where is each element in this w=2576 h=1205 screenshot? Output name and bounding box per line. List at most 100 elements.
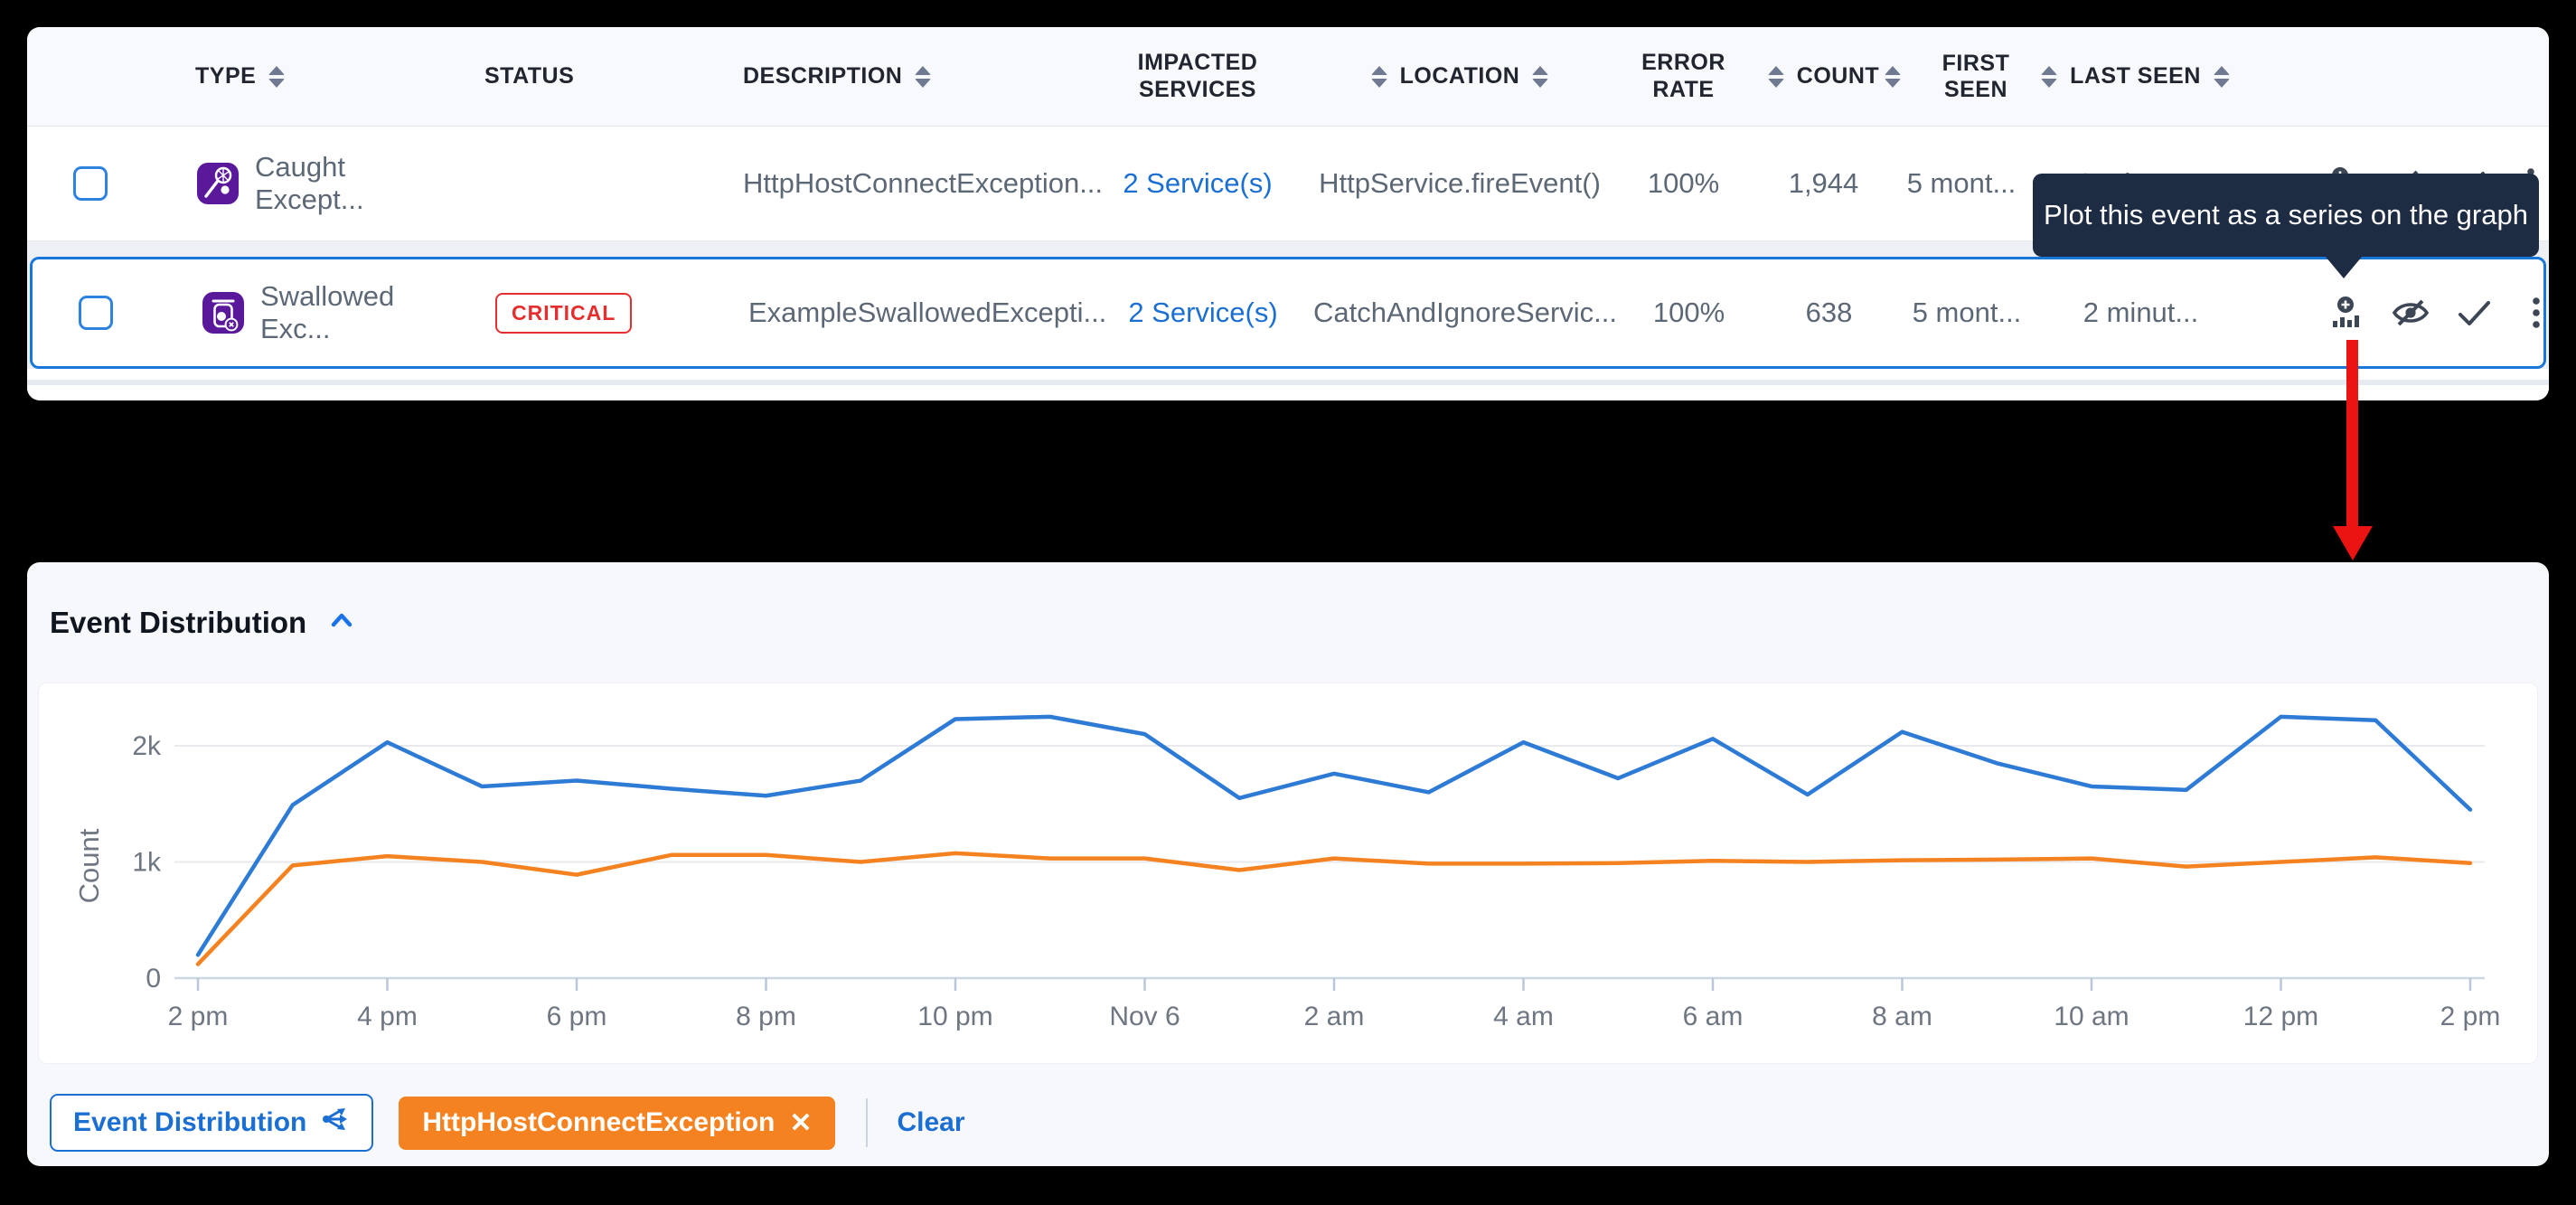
column-header-status-label: STATUS	[484, 63, 574, 89]
svg-text:8 pm: 8 pm	[736, 1002, 796, 1031]
branch-series-icon	[321, 1105, 350, 1141]
error-rate-cell: 100%	[1604, 167, 1763, 200]
column-header-status[interactable]: STATUS	[452, 63, 696, 89]
column-header-type-label: TYPE	[195, 63, 256, 89]
row-checkbox-cell	[33, 296, 159, 330]
impacted-services-cell: 2 Service(s)	[1080, 167, 1315, 200]
location-cell: HttpService.fireEvent()	[1315, 167, 1604, 200]
first-seen-cell: 5 mont...	[1890, 297, 2044, 329]
tooltip-text: Plot this event as a series on the graph	[2044, 199, 2528, 231]
column-header-type[interactable]: TYPE	[154, 63, 452, 89]
column-header-count-label: COUNT	[1797, 63, 1879, 89]
collapse-chevron-icon[interactable]	[328, 609, 355, 635]
swallowed-exception-icon	[202, 292, 244, 334]
sort-icon[interactable]	[1371, 66, 1387, 88]
plot-event-tooltip: Plot this event as a series on the graph	[2033, 174, 2539, 257]
plot-series-icon[interactable]	[2328, 293, 2365, 333]
column-header-impacted-services[interactable]: IMPACTED SERVICES	[1080, 50, 1315, 103]
series-chip-label: HttpHostConnectException	[422, 1107, 775, 1138]
svg-text:12 pm: 12 pm	[2243, 1002, 2318, 1031]
series-chip-httphostconnectexception[interactable]: HttpHostConnectException ✕	[399, 1097, 835, 1150]
hide-event-icon[interactable]	[2391, 293, 2430, 333]
column-header-location[interactable]: LOCATION	[1315, 63, 1604, 89]
sort-icon[interactable]	[915, 66, 931, 88]
svg-text:1k: 1k	[132, 848, 162, 878]
sort-icon[interactable]	[268, 66, 285, 88]
chart-legend-row: Event Distribution HttpHostConnectExcept…	[27, 1095, 2549, 1151]
row-checkbox-cell	[27, 166, 154, 201]
column-header-description-label: DESCRIPTION	[743, 63, 902, 89]
chart-title-row: Event Distribution	[27, 562, 2549, 683]
event-distribution-series-button[interactable]: Event Distribution	[50, 1094, 373, 1152]
column-header-location-label: LOCATION	[1400, 63, 1520, 89]
description-cell: HttpHostConnectException...	[696, 167, 1080, 200]
location-cell: CatchAndIgnoreServic...	[1321, 297, 1610, 329]
svg-text:Count: Count	[73, 828, 105, 903]
legend-divider	[866, 1098, 868, 1147]
impacted-services-link[interactable]: 2 Service(s)	[1128, 297, 1277, 329]
row-checkbox[interactable]	[73, 166, 108, 201]
chart-title: Event Distribution	[50, 606, 306, 640]
row-tail	[27, 369, 2549, 380]
sort-icon[interactable]	[1532, 66, 1548, 88]
column-header-first-seen[interactable]: FIRST SEEN	[1885, 51, 2038, 103]
chip-close-icon[interactable]: ✕	[789, 1107, 812, 1139]
svg-text:2 pm: 2 pm	[168, 1002, 229, 1031]
table-header-row: TYPE STATUS DESCRIPTION IMPACTED SERVICE…	[27, 27, 2549, 127]
row-checkbox[interactable]	[79, 296, 113, 330]
column-header-last-seen[interactable]: LAST SEEN	[2038, 63, 2233, 89]
svg-text:Nov 6: Nov 6	[1109, 1002, 1180, 1031]
svg-text:2k: 2k	[132, 731, 162, 761]
type-label: Caught Except...	[255, 151, 452, 216]
svg-text:0: 0	[146, 964, 161, 993]
first-seen-cell: 5 mont...	[1885, 167, 2038, 200]
count-cell: 638	[1768, 297, 1890, 329]
series-button-label: Event Distribution	[73, 1107, 306, 1138]
status-cell: CRITICAL	[457, 293, 701, 334]
sort-icon[interactable]	[1885, 66, 1901, 88]
critical-status-badge: CRITICAL	[495, 293, 632, 334]
svg-text:4 am: 4 am	[1493, 1002, 1554, 1031]
type-label: Swallowed Exc...	[260, 280, 457, 345]
count-cell: 1,944	[1763, 167, 1885, 200]
type-cell: Swallowed Exc...	[159, 280, 457, 345]
resolve-check-icon[interactable]	[2456, 293, 2493, 333]
svg-text:2 am: 2 am	[1304, 1002, 1365, 1031]
sort-icon[interactable]	[2214, 66, 2230, 88]
svg-text:6 am: 6 am	[1683, 1002, 1744, 1031]
sort-icon[interactable]	[2041, 66, 2057, 88]
svg-text:10 pm: 10 pm	[917, 1002, 992, 1031]
sort-icon[interactable]	[1768, 66, 1784, 88]
screenshot-root: TYPE STATUS DESCRIPTION IMPACTED SERVICE…	[0, 0, 2576, 1205]
table-row-swallowed-exception[interactable]: Swallowed Exc... CRITICAL ExampleSwallow…	[30, 257, 2546, 369]
clipped-next-row	[27, 385, 2549, 400]
chart-canvas: 0 1k 2k Count 2 pm 4 pm 6 pm 8 pm 10 pm Nov 6 2 am…	[39, 683, 2538, 1064]
svg-text:2 pm: 2 pm	[2440, 1002, 2501, 1031]
last-seen-cell: 2 minut...	[2044, 297, 2238, 329]
column-header-description[interactable]: DESCRIPTION	[696, 63, 1080, 89]
column-header-error-rate[interactable]: ERROR RATE	[1604, 50, 1763, 103]
svg-text:4 pm: 4 pm	[357, 1002, 418, 1031]
impacted-services-link[interactable]: 2 Service(s)	[1123, 167, 1272, 200]
selected-row-wrapper: Swallowed Exc... CRITICAL ExampleSwallow…	[27, 257, 2549, 380]
svg-text:6 pm: 6 pm	[547, 1002, 607, 1031]
impacted-services-cell: 2 Service(s)	[1086, 297, 1321, 329]
column-header-error-rate-label: ERROR RATE	[1639, 50, 1729, 103]
caught-exception-icon	[197, 163, 239, 204]
column-header-first-seen-label: FIRST SEEN	[1913, 51, 2038, 103]
row-actions	[2238, 293, 2549, 333]
kebab-menu-icon[interactable]	[2517, 293, 2549, 333]
column-header-impacted-label: IMPACTED SERVICES	[1121, 50, 1274, 103]
svg-text:10 am: 10 am	[2054, 1002, 2129, 1031]
annotation-arrow-down	[2333, 340, 2373, 560]
tooltip-pointer	[2326, 257, 2362, 278]
type-cell: Caught Except...	[154, 151, 452, 216]
svg-text:8 am: 8 am	[1872, 1002, 1932, 1031]
description-cell: ExampleSwallowedExcepti...	[701, 297, 1086, 329]
column-header-last-seen-label: LAST SEEN	[2070, 63, 2201, 89]
column-header-count[interactable]: COUNT	[1763, 63, 1885, 89]
clear-series-link[interactable]: Clear	[897, 1107, 964, 1138]
error-rate-cell: 100%	[1610, 297, 1768, 329]
event-distribution-panel: Event Distribution 0 1k 2k Count 2 pm 4 pm 6 p…	[27, 562, 2549, 1166]
line-chart[interactable]: 0 1k 2k Count 2 pm 4 pm 6 pm 8 pm 10 pm Nov 6 2 am…	[38, 683, 2538, 1064]
